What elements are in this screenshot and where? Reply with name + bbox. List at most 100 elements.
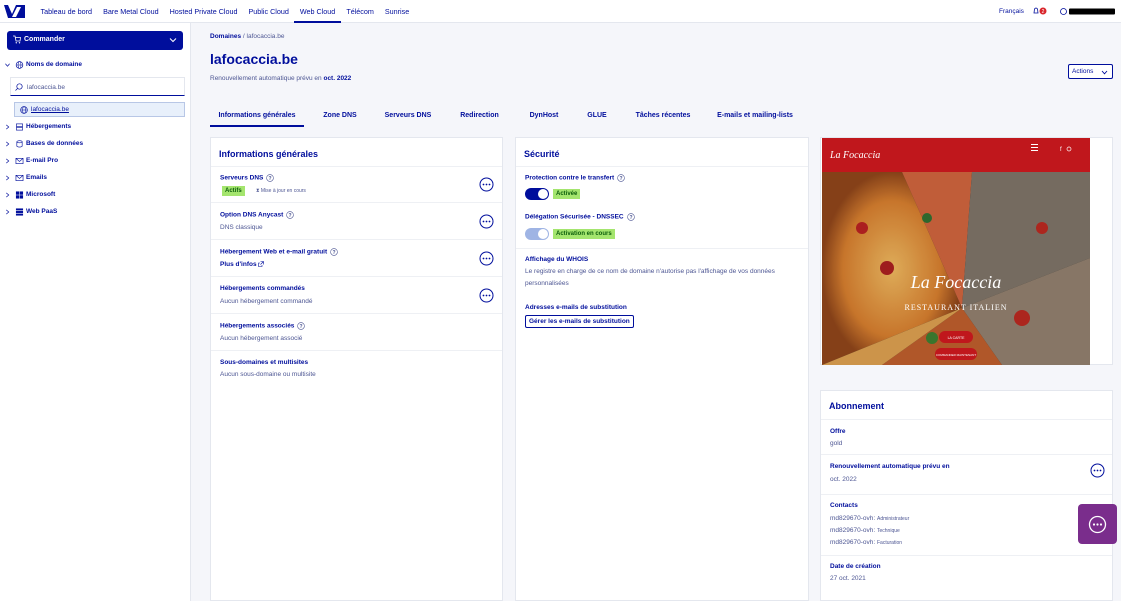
more-options-icon[interactable] xyxy=(479,214,494,229)
topnav-item[interactable]: Bare Metal Cloud xyxy=(98,0,165,23)
promo-menu-button: LA CARTE xyxy=(948,336,966,340)
security-title: Sécurité xyxy=(524,149,560,159)
help-chat-button[interactable] xyxy=(1078,504,1117,544)
offer-label: Offre xyxy=(830,428,846,435)
chevron-right-icon xyxy=(6,158,10,164)
more-info-link[interactable]: Plus d'infos xyxy=(220,261,265,268)
sidebar-item-label: E-mail Pro xyxy=(26,157,59,164)
manage-substitution-emails-button[interactable]: Gérer les e-mails de substitution xyxy=(525,315,634,328)
contact-id: md829670-ovh xyxy=(830,527,874,534)
promo-subtitle: RESTAURANT ITALIEN xyxy=(904,303,1007,312)
topnav-item[interactable]: Tableau de bord xyxy=(35,0,98,23)
dns-status-badge: Actifs xyxy=(222,186,245,196)
associated-hosting-value: Aucun hébergement associé xyxy=(220,335,303,342)
topnav-item[interactable]: Hosted Private Cloud xyxy=(164,0,243,23)
tab-recent-tasks[interactable]: Tâches récentes xyxy=(633,105,693,127)
tab-redirection[interactable]: Redirection xyxy=(456,105,503,127)
ovh-logo-icon[interactable] xyxy=(4,4,25,19)
chat-bubble-icon xyxy=(1088,515,1107,534)
dns-servers-text: Serveurs DNS xyxy=(220,174,264,182)
dnssec-text: Délégation Sécurisée - DNSSEC xyxy=(525,213,624,221)
more-options-icon[interactable] xyxy=(479,177,494,192)
tab-dns-zone[interactable]: Zone DNS xyxy=(318,105,362,127)
globe-icon xyxy=(15,61,24,69)
envelope-icon xyxy=(15,158,24,164)
sidebar-item-selected-domain[interactable]: lafocaccia.be xyxy=(14,102,185,117)
offer-value: gold xyxy=(830,440,843,447)
help-icon[interactable]: ? xyxy=(286,211,295,219)
tab-emails-mailing-lists[interactable]: E-mails et mailing-lists xyxy=(714,105,796,127)
topnav-item[interactable]: Sunrise xyxy=(379,0,414,23)
more-options-icon[interactable] xyxy=(479,288,494,303)
associated-hosting-label: Hébergements associés? xyxy=(220,322,306,330)
promo-brand: La Focaccia xyxy=(829,150,880,161)
ordered-hosting-value: Aucun hébergement commandé xyxy=(220,298,313,305)
sidebar: Commander Noms de domaine lafocaccia.be … xyxy=(0,23,191,601)
envelope-icon xyxy=(15,175,24,181)
whois-text-line2: personnalisées xyxy=(525,280,569,287)
top-navigation-bar: Tableau de bord Bare Metal Cloud Hosted Pr… xyxy=(0,0,1121,23)
website-preview-image: La Focaccia f La Focaccia RESTAURANT ITA… xyxy=(822,138,1090,365)
more-options-icon[interactable] xyxy=(479,251,494,266)
help-icon[interactable]: ? xyxy=(626,213,635,221)
associated-hosting-text: Hébergements associés xyxy=(220,322,295,330)
chevron-down-icon xyxy=(169,38,177,43)
renewal-date: oct. 2022 xyxy=(323,75,352,82)
tab-general-info[interactable]: Informations générales xyxy=(210,105,304,127)
help-icon[interactable]: ? xyxy=(330,248,338,256)
contacts-row: Contacts md829670-ovh: Administrateur md… xyxy=(821,494,1112,555)
domain-search-input[interactable]: lafocaccia.be xyxy=(10,77,185,96)
search-icon xyxy=(15,83,23,91)
creation-date-label: Date de création xyxy=(830,563,881,570)
topnav-item[interactable]: Télécom xyxy=(341,0,380,23)
search-value: lafocaccia.be xyxy=(27,84,65,91)
contact-id: md829670-ovh xyxy=(830,515,874,522)
order-label: Commander xyxy=(24,36,65,43)
sidebar-item-domains[interactable]: Noms de domaine xyxy=(5,61,185,71)
tab-glue[interactable]: GLUE xyxy=(583,105,611,127)
sidebar-item-label: Emails xyxy=(26,174,47,181)
help-icon[interactable]: ? xyxy=(617,174,625,182)
contact-role: Administrateur xyxy=(877,516,910,522)
globe-icon xyxy=(20,106,28,114)
transfer-protection-row: Protection contre le transfert? Activée xyxy=(516,166,808,207)
transfer-protection-toggle[interactable] xyxy=(525,188,549,200)
free-hosting-label: Hébergement Web et e-mail gratuit? xyxy=(220,248,338,256)
topnav-item[interactable]: Public Cloud xyxy=(243,0,294,23)
breadcrumb-domains-link[interactable]: Domaines xyxy=(210,33,241,40)
associated-hosting-row: Hébergements associés? Aucun hébergement… xyxy=(211,313,502,350)
anycast-value: DNS classique xyxy=(220,224,263,231)
transfer-status-badge: Activée xyxy=(553,189,581,199)
more-options-icon[interactable] xyxy=(1090,463,1105,478)
dnssec-status-badge: Activation en cours xyxy=(553,229,615,239)
chevron-right-icon xyxy=(6,175,10,181)
tab-dns-servers[interactable]: Serveurs DNS xyxy=(381,105,435,127)
dns-servers-row: Serveurs DNS? Actifs ⧗ Mise à jour en co… xyxy=(211,166,502,202)
notifications-bell-icon[interactable]: 2 xyxy=(1033,6,1047,16)
svg-text:?: ? xyxy=(620,176,623,182)
subdomains-row: Sous-domaines et multisites Aucun sous-d… xyxy=(211,350,502,387)
svg-text:?: ? xyxy=(269,176,272,182)
dnssec-label: Délégation Sécurisée - DNSSEC? xyxy=(525,213,635,221)
order-button[interactable]: Commander xyxy=(7,31,183,50)
creation-date-row: Date de création 27 oct. 2021 xyxy=(821,555,1112,595)
sidebar-item-label: Bases de données xyxy=(26,140,84,147)
subdomains-label: Sous-domaines et multisites xyxy=(220,359,309,366)
website-preview[interactable]: La Focaccia f La Focaccia RESTAURANT ITA… xyxy=(822,138,1090,365)
actions-dropdown[interactable]: Actions xyxy=(1068,64,1113,79)
sidebar-item-label: Microsoft xyxy=(26,191,56,198)
help-icon[interactable]: ? xyxy=(266,174,275,182)
general-info-card: Informations générales Serveurs DNS? Act… xyxy=(210,137,503,601)
whois-label: Affichage du WHOIS xyxy=(525,256,589,263)
topnav-item[interactable]: Web Cloud xyxy=(294,0,341,23)
notifications-count: 2 xyxy=(1042,9,1045,15)
help-icon[interactable]: ? xyxy=(297,322,306,330)
actions-label: Actions xyxy=(1072,68,1094,75)
dnssec-toggle[interactable] xyxy=(525,228,549,240)
user-account-icon[interactable] xyxy=(1060,7,1116,16)
chevron-right-icon xyxy=(6,192,10,198)
language-selector[interactable]: Français xyxy=(999,8,1024,15)
tab-dynhost[interactable]: DynHost xyxy=(524,105,564,127)
chevron-down-icon xyxy=(1101,70,1108,75)
dns-update-text: Mise à jour en cours xyxy=(260,188,306,194)
